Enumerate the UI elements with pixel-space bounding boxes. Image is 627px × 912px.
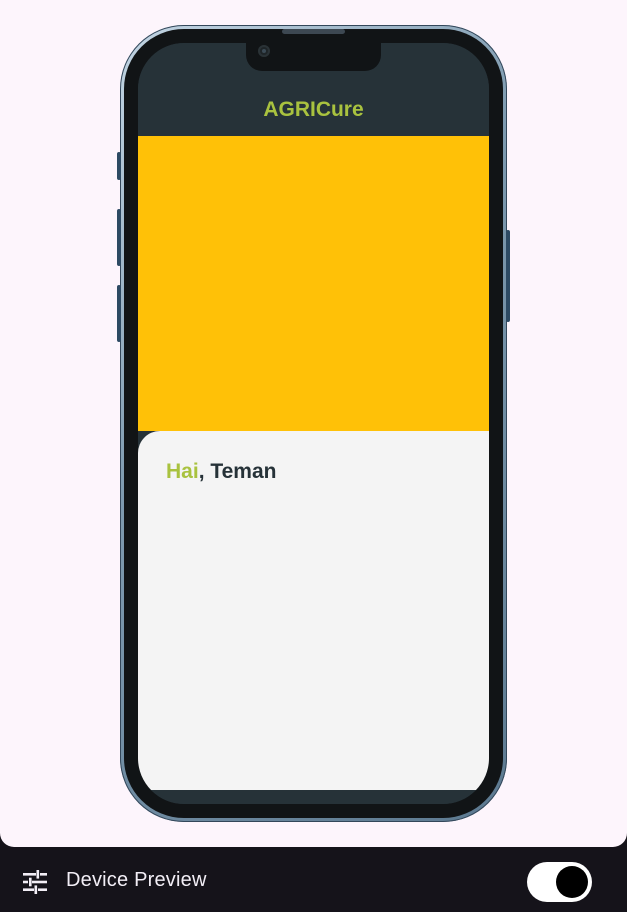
phone-power-button	[506, 230, 510, 322]
home-content: Hai, Teman	[138, 431, 489, 790]
greeting-text: Hai, Teman	[166, 460, 276, 484]
greeting-hi: Hai	[166, 460, 199, 483]
phone-screen: AGRICure Hai, Teman	[138, 43, 489, 804]
front-camera	[258, 45, 270, 57]
bottom-bar	[138, 790, 489, 804]
phone-speaker	[282, 29, 345, 34]
toggle-knob	[556, 866, 588, 898]
app-title: AGRICure	[263, 98, 364, 121]
phone-volume-down	[117, 285, 121, 342]
device-preview-label: Device Preview	[66, 869, 207, 891]
tune-icon[interactable]	[22, 870, 48, 894]
phone-mute-switch	[117, 152, 121, 180]
device-preview-toggle[interactable]	[527, 862, 592, 902]
phone-volume-up	[117, 209, 121, 266]
banner-image-placeholder	[138, 136, 489, 431]
greeting-name: , Teman	[198, 460, 277, 483]
